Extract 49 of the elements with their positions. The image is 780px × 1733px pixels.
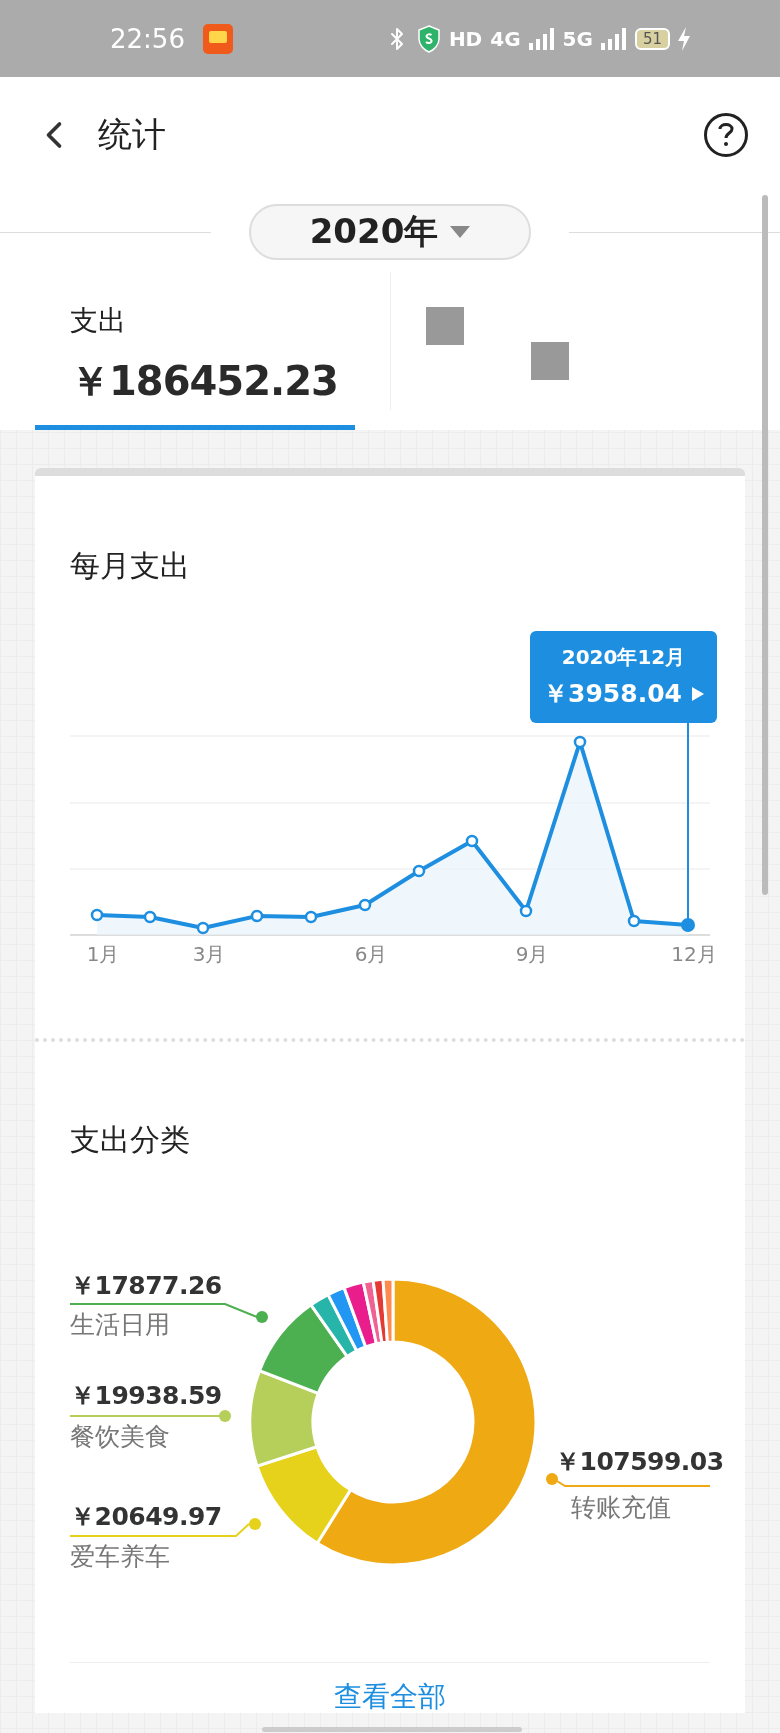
axis-label: 9月 <box>515 941 549 968</box>
category-amount: ￥20649.97 <box>70 1503 222 1530</box>
charging-bolt-icon <box>678 26 690 51</box>
category-amount: ￥107599.03 <box>555 1448 724 1475</box>
data-point <box>250 909 264 923</box>
page-title: 统计 <box>98 112 166 156</box>
data-point <box>465 834 479 848</box>
axis-label: 6月 <box>354 941 388 968</box>
category-amount: ￥19938.59 <box>70 1382 222 1409</box>
redacted-block <box>531 342 569 380</box>
data-point <box>196 921 210 935</box>
tooltip-amount: ￥3958.04 <box>543 678 682 710</box>
axis-label: 12月 <box>671 941 717 968</box>
network-type: 5G <box>562 26 593 51</box>
selected-point <box>681 918 695 932</box>
shield-icon <box>416 24 441 53</box>
axis-label: 3月 <box>192 941 226 968</box>
network-type: 4G <box>490 26 521 51</box>
category-amount: ￥17877.26 <box>70 1272 222 1299</box>
data-point <box>519 904 533 918</box>
data-point <box>143 910 157 924</box>
data-point <box>304 910 318 924</box>
help-button[interactable] <box>704 112 748 157</box>
caret-icon <box>450 226 471 238</box>
axis-label: 1月 <box>86 941 120 968</box>
category-name: 转账充值 <box>571 1492 671 1524</box>
question-mark-icon <box>717 120 735 149</box>
category-name: 餐饮美食 <box>70 1421 170 1453</box>
play-icon <box>691 686 704 701</box>
signal-icon <box>600 27 627 50</box>
hd-indicator: HD <box>448 26 483 51</box>
signal-icon <box>528 27 555 50</box>
battery-level: 51 <box>634 27 670 50</box>
category-name: 生活日用 <box>70 1309 170 1341</box>
tooltip-month: 2020年12月 <box>561 644 686 671</box>
category-name: 爱车养车 <box>70 1541 170 1573</box>
data-point <box>412 864 426 878</box>
data-point <box>90 908 104 922</box>
redacted-block <box>426 307 464 345</box>
expense-tab[interactable]: 支出 ￥186452.23 <box>35 272 355 430</box>
section-title: 支出分类 <box>69 1121 191 1158</box>
data-point <box>573 735 587 749</box>
data-point <box>627 914 641 928</box>
shopping-app-icon <box>202 23 233 54</box>
scrollbar[interactable] <box>762 195 768 895</box>
year-selector[interactable]: 2020年 <box>249 204 531 260</box>
data-point <box>358 898 372 912</box>
section-title: 每月支出 <box>69 547 191 584</box>
clock-time: 22:56 <box>110 23 185 54</box>
